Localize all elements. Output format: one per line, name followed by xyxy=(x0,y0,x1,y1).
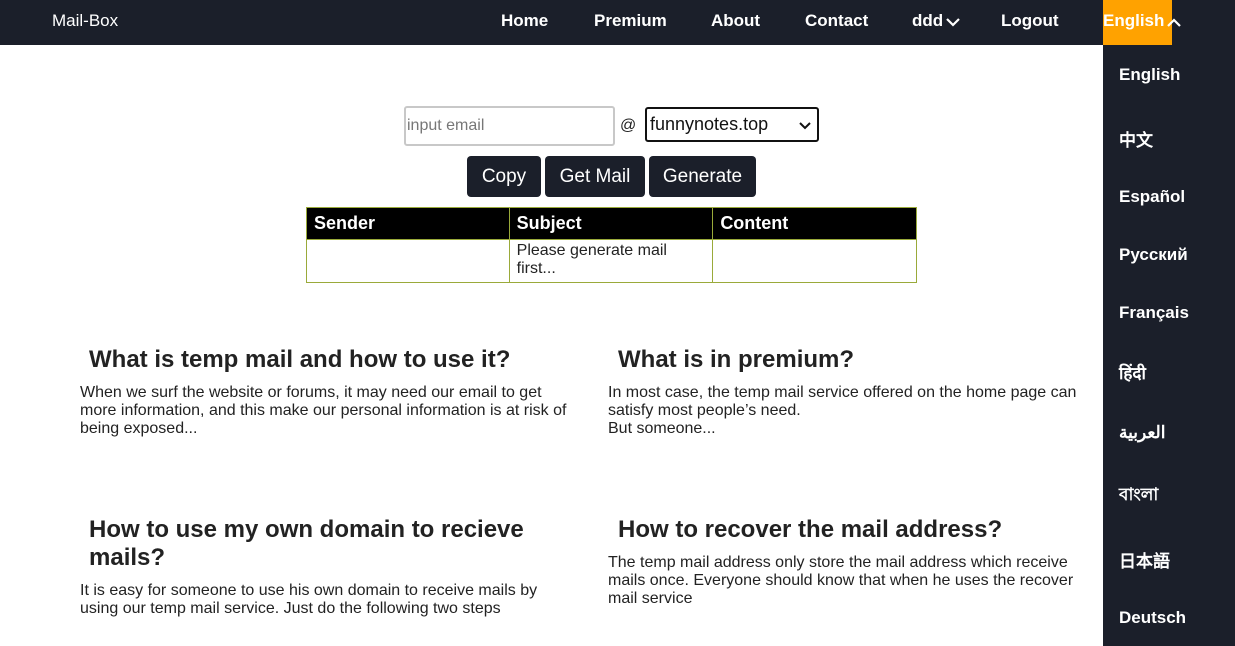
table-header-row: Sender Subject Content xyxy=(306,207,917,240)
language-current-label: English xyxy=(1103,11,1165,30)
language-item-french[interactable]: Français xyxy=(1119,303,1189,323)
chevron-down-icon xyxy=(799,121,811,129)
table-cell-subject: Please generate mail first... xyxy=(508,239,714,283)
language-item-german[interactable]: Deutsch xyxy=(1119,608,1186,628)
nav-about[interactable]: About xyxy=(711,11,760,31)
language-item-hindi[interactable]: हिंदी xyxy=(1119,361,1146,384)
domain-selected-value: funnynotes.top xyxy=(650,114,769,134)
mail-table: Sender Subject Content Please generate m… xyxy=(306,207,917,283)
nav-home[interactable]: Home xyxy=(501,11,548,31)
at-sign: @ xyxy=(620,117,637,134)
nav-logout[interactable]: Logout xyxy=(1001,11,1059,31)
language-item-bengali[interactable]: বাংলা xyxy=(1119,482,1158,510)
card-text-temp-mail: When we surf the website or forums, it m… xyxy=(80,384,567,437)
chevron-up-icon xyxy=(1167,18,1181,27)
language-item-russian[interactable]: Русский xyxy=(1119,245,1188,265)
language-item-spanish[interactable]: Español xyxy=(1119,187,1185,207)
card-text-own-domain: It is easy for someone to use his own do… xyxy=(80,582,538,617)
domain-select[interactable]: funnynotes.top xyxy=(645,107,819,142)
email-input[interactable] xyxy=(404,106,615,146)
card-title-own-domain[interactable]: How to use my own domain to recieve mail… xyxy=(89,516,569,572)
card-title-recover[interactable]: How to recover the mail address? xyxy=(618,516,1103,544)
nav-contact[interactable]: Contact xyxy=(805,11,868,31)
column-header-sender: Sender xyxy=(306,207,510,240)
nav-premium[interactable]: Premium xyxy=(594,11,667,31)
brand-logo[interactable]: Mail-Box xyxy=(52,11,118,31)
card-title-premium[interactable]: What is in premium? xyxy=(618,346,1098,374)
top-navbar: Mail-Box Home Premium About Contact ddd … xyxy=(0,0,1235,45)
nav-user-menu[interactable]: ddd xyxy=(912,11,961,31)
user-name: ddd xyxy=(912,11,944,30)
chevron-down-icon xyxy=(946,17,960,27)
language-item-chinese[interactable]: 中文 xyxy=(1119,126,1153,151)
copy-button[interactable]: Copy xyxy=(467,156,541,197)
generate-button[interactable]: Generate xyxy=(649,156,756,197)
language-item-arabic[interactable]: العربية xyxy=(1119,423,1165,443)
table-cell-sender xyxy=(306,239,510,283)
card-title-temp-mail[interactable]: What is temp mail and how to use it? xyxy=(89,346,569,374)
get-mail-button[interactable]: Get Mail xyxy=(545,156,645,197)
card-text-recover: The temp mail address only store the mai… xyxy=(608,554,1074,607)
language-menu: English 中文 Español Русский Français हिंद… xyxy=(1103,45,1235,646)
column-header-subject: Subject xyxy=(508,207,714,240)
table-cell-content xyxy=(712,239,917,283)
table-row[interactable]: Please generate mail first... xyxy=(306,239,917,283)
card-text-premium: In most case, the temp mail service offe… xyxy=(608,384,1077,437)
column-header-content: Content xyxy=(712,207,917,240)
language-dropdown-button[interactable]: English xyxy=(1103,0,1181,45)
language-item-japanese[interactable]: 日本語 xyxy=(1119,547,1170,572)
language-item-english[interactable]: English xyxy=(1119,65,1180,85)
